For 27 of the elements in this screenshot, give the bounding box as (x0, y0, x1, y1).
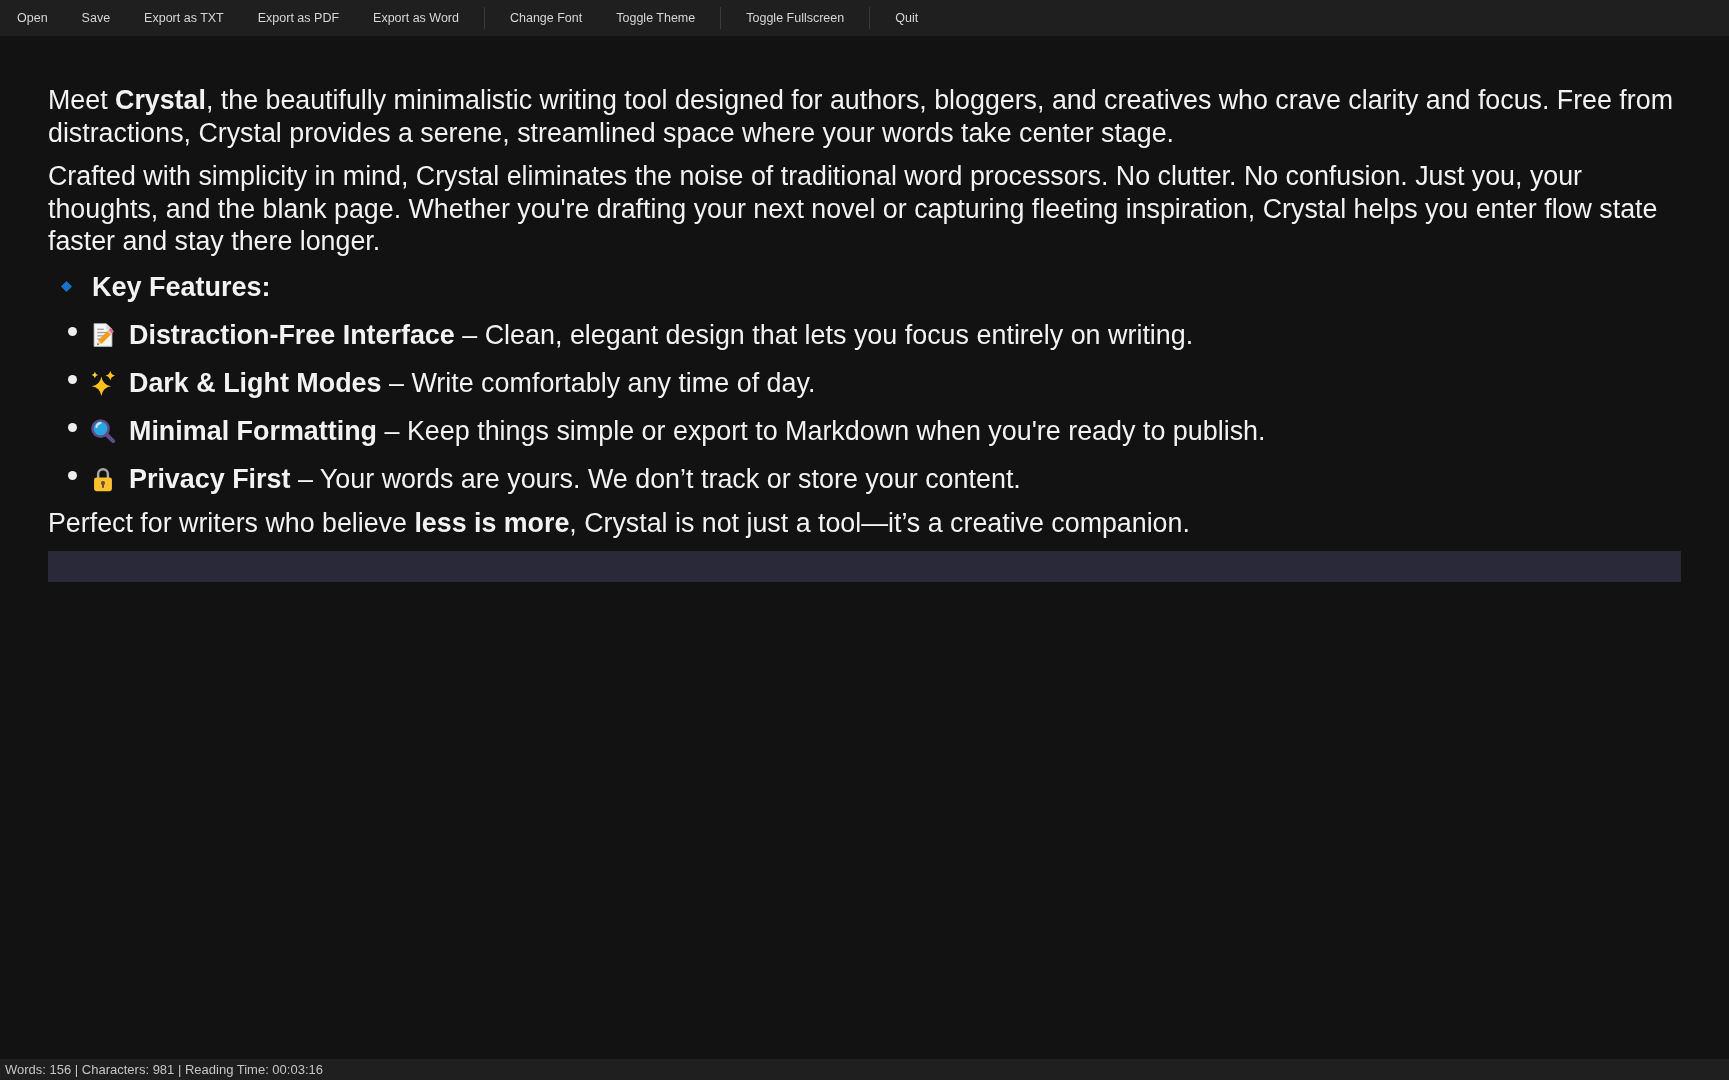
feature-text: Distraction-Free Interface – Clean, elegant design that lets you focus entirely on writing. (129, 318, 1194, 351)
status-text: Words: 156 | Characters: 981 | Reading Time: 00:03:16 (5, 1060, 323, 1079)
magnifier-icon (90, 417, 116, 444)
sparkles-icon (90, 369, 116, 396)
memo-icon (90, 321, 116, 348)
bullet-icon (68, 471, 77, 481)
toolbar-button[interactable]: Export as Word (356, 0, 476, 36)
feature-text: Minimal Formatting – Keep things simple or export to Markdown when you're ready to publish. (129, 414, 1266, 447)
bullet-icon (68, 327, 77, 337)
feature-text: Privacy First – Your words are yours. We don’t track or store your content. (129, 462, 1021, 495)
features-heading: Key Features: (92, 270, 271, 303)
bullet-icon (68, 423, 77, 433)
input-field[interactable] (48, 550, 1681, 582)
toolbar-button[interactable]: Toggle Fullscreen (729, 0, 862, 36)
toolbar-button[interactable]: Toggle Theme (599, 0, 713, 36)
toolbar-button[interactable]: Export as TXT (127, 0, 241, 36)
toolbar-button[interactable]: Open (0, 0, 65, 36)
toolbar-button[interactable]: Quit (878, 0, 936, 36)
closing-paragraph: Perfect for writers who believe less is more, Crystal is not just a tool—it’s a creative companion. (48, 506, 1191, 540)
bullet-icon (68, 375, 77, 385)
paragraph: Meet Crystal, the beautifully minimalistic writing tool designed for authors, bloggers, and creatives who crave clarity and focus. Free from distractions, Crystal provides a serene, streamlined space where your words take center stage. (48, 84, 1674, 150)
diamond-icon (61, 281, 72, 293)
paragraph: Crafted with simplicity in mind, Crystal eliminates the noise of traditional word processors. No clutter. No confusion. Just you, your thoughts, and the blank page. Whether you're drafting your next novel or capturing fleeting inspiration, Crystal helps you enter flow state faster and stay there longer. (48, 160, 1659, 258)
toolbar-button[interactable]: Export as PDF (240, 0, 357, 36)
toolbar-button[interactable]: Save (64, 0, 128, 36)
toolbar-button[interactable]: Change Font (492, 0, 600, 36)
feature-text: Dark & Light Modes – Write comfortably any time of day. (129, 366, 816, 399)
